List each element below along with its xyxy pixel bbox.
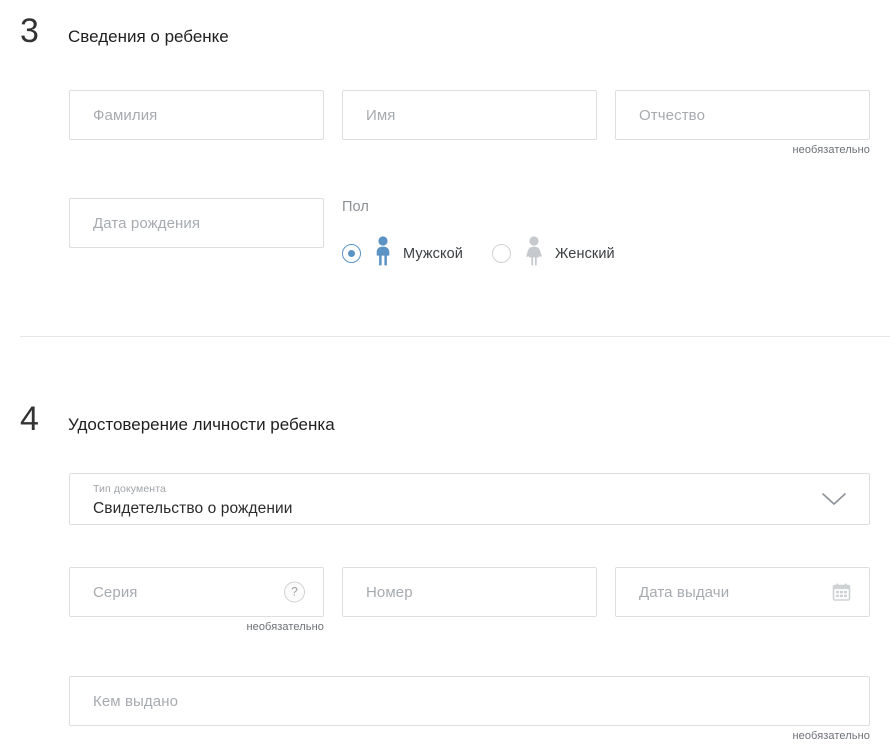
child-details-form: 3 Сведения о ребенке Фамилия Имя Отчеств…: [0, 0, 890, 755]
document-number-placeholder: Номер: [366, 583, 413, 601]
document-type-label: Тип документа: [93, 483, 166, 495]
issued-by-optional-hint: необязательно: [792, 730, 870, 742]
female-person-icon: [522, 236, 546, 271]
surname-input[interactable]: Фамилия: [69, 90, 324, 140]
firstname-placeholder: Имя: [366, 106, 396, 124]
birthdate-input[interactable]: Дата рождения: [69, 198, 324, 248]
document-type-value: Свидетельство о рождении: [93, 500, 293, 517]
document-type-select[interactable]: Тип документа Свидетельство о рождении: [69, 473, 870, 525]
patronymic-optional-hint: необязательно: [792, 144, 870, 156]
series-placeholder: Серия: [93, 583, 138, 601]
gender-option-male[interactable]: Мужской: [342, 236, 463, 271]
series-input[interactable]: Серия ?: [69, 567, 324, 617]
radio-male-icon[interactable]: [342, 244, 361, 263]
firstname-input[interactable]: Имя: [342, 90, 597, 140]
gender-male-label: Мужской: [403, 245, 463, 262]
section-3-header: 3 Сведения о ребенке: [20, 14, 229, 48]
patronymic-placeholder: Отчество: [639, 106, 706, 124]
section-divider: [20, 336, 890, 337]
gender-label: Пол: [342, 199, 369, 215]
male-person-icon: [372, 236, 394, 271]
issue-date-placeholder: Дата выдачи: [639, 583, 730, 601]
section-4-number: 4: [20, 400, 39, 438]
gender-female-label: Женский: [554, 245, 615, 262]
calendar-icon[interactable]: [832, 583, 851, 602]
gender-option-female[interactable]: Женский: [491, 236, 615, 271]
section-3-number: 3: [20, 12, 39, 50]
radio-female-icon[interactable]: [491, 244, 511, 263]
birthdate-placeholder: Дата рождения: [93, 214, 201, 232]
gender-radio-group: Мужской Женский: [342, 236, 615, 271]
document-number-input[interactable]: Номер: [342, 567, 597, 617]
series-optional-hint: необязательно: [246, 621, 324, 633]
section-4-header: 4 Удостоверение личности ребенка: [20, 402, 335, 436]
patronymic-input[interactable]: Отчество: [615, 90, 870, 140]
issue-date-input[interactable]: Дата выдачи: [615, 567, 870, 617]
issued-by-input[interactable]: Кем выдано: [69, 676, 870, 726]
section-4-title: Удостоверение личности ребенка: [68, 415, 335, 434]
section-3-title: Сведения о ребенке: [68, 27, 229, 46]
issued-by-placeholder: Кем выдано: [93, 692, 179, 710]
surname-placeholder: Фамилия: [93, 106, 158, 124]
chevron-down-icon[interactable]: [821, 491, 847, 507]
help-icon[interactable]: ?: [284, 581, 305, 603]
